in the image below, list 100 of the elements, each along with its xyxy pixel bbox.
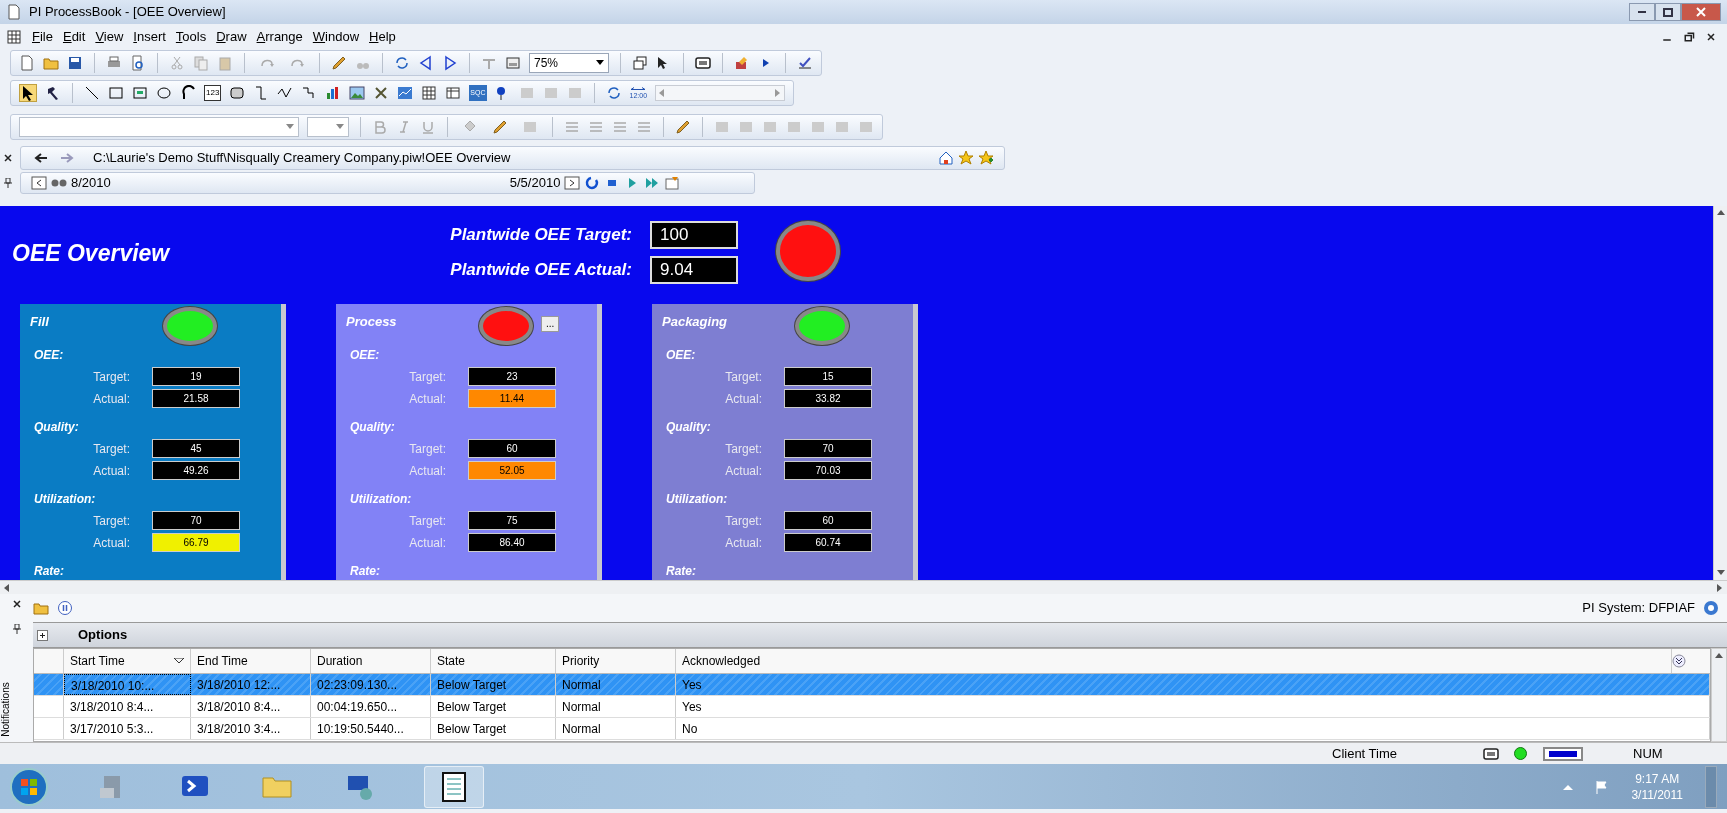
zoom-dropdown[interactable]: 75% xyxy=(529,53,609,73)
column-header[interactable]: Priority xyxy=(556,649,676,673)
table-cell: Normal xyxy=(556,718,676,739)
section-label: Rate: xyxy=(349,563,381,580)
section-label: Quality: xyxy=(349,419,396,436)
rectangle-icon[interactable] xyxy=(108,85,124,101)
close-icon[interactable] xyxy=(1705,31,1717,43)
picture-icon[interactable] xyxy=(349,85,366,101)
expand-icon[interactable] xyxy=(37,629,48,641)
value-display: 60 xyxy=(784,511,872,530)
scroll-right-icon[interactable] xyxy=(1717,583,1723,592)
menu-item[interactable]: View xyxy=(95,27,124,47)
home-icon[interactable] xyxy=(938,150,954,166)
grid-icon[interactable] xyxy=(6,29,22,45)
options-label[interactable]: Options xyxy=(78,625,128,645)
table-row[interactable]: 3/18/2010 10:... 3/18/2010 12:... 02:23:09.130... Below Target Normal Yes xyxy=(34,674,1710,696)
menu-item[interactable]: Edit xyxy=(62,27,86,47)
rounded-rectangle-icon[interactable] xyxy=(229,85,246,101)
previous-button-icon[interactable] xyxy=(31,175,47,191)
start-time-field[interactable]: 8/2010 xyxy=(71,173,111,193)
menu-item[interactable]: Arrange xyxy=(256,27,303,47)
pen-icon[interactable] xyxy=(675,119,691,135)
pin-icon[interactable] xyxy=(4,178,14,188)
star-icon[interactable] xyxy=(958,150,974,166)
properties-icon[interactable] xyxy=(664,175,681,191)
column-header[interactable]: End Time xyxy=(191,649,311,673)
section-label: OEE: xyxy=(665,347,697,364)
end-time-field[interactable]: 5/5/2010 xyxy=(509,173,561,193)
pen-icon[interactable] xyxy=(331,55,347,71)
close-button[interactable] xyxy=(1681,3,1721,21)
menu-item[interactable]: Insert xyxy=(133,27,166,47)
scroll-left-icon[interactable] xyxy=(4,583,10,592)
help-icon[interactable] xyxy=(1703,600,1719,616)
maximize-button[interactable] xyxy=(1655,3,1681,21)
value-tool-button[interactable]: 123 xyxy=(204,85,222,101)
hammer-icon[interactable] xyxy=(45,85,61,101)
line-icon[interactable] xyxy=(84,85,100,101)
arrow-pointer-icon[interactable] xyxy=(19,84,37,102)
next-button-icon[interactable] xyxy=(564,175,581,191)
refresh-icon[interactable] xyxy=(584,175,601,191)
checkmark-icon[interactable] xyxy=(797,55,813,71)
no-display-icon xyxy=(1482,745,1500,762)
field-label: Actual: xyxy=(724,534,762,552)
side-tab-label[interactable]: Notifications xyxy=(0,682,13,737)
menu-item[interactable]: Window xyxy=(312,27,360,47)
table-cell: 3/18/2010 12:... xyxy=(191,674,311,695)
new-document-icon[interactable] xyxy=(19,55,35,71)
folder-icon[interactable] xyxy=(33,600,49,616)
notebook-icon[interactable] xyxy=(424,765,484,808)
open-folder-icon[interactable] xyxy=(43,55,59,71)
column-header[interactable]: Acknowledged xyxy=(676,649,1672,673)
horizontal-scrollbar[interactable] xyxy=(0,580,1727,594)
minimize-button[interactable] xyxy=(1629,3,1655,21)
details-button[interactable]: ... xyxy=(541,316,560,332)
refresh-icon[interactable] xyxy=(605,85,622,101)
close-icon[interactable] xyxy=(4,154,14,162)
table-row[interactable]: 3/17/2010 5:3... 3/18/2010 3:4... 10:19:50.5440... Below Target Normal No xyxy=(34,718,1710,740)
grid-icon[interactable] xyxy=(421,85,438,101)
windows-icon[interactable] xyxy=(632,55,648,71)
tray-arrow-icon[interactable] xyxy=(1563,783,1574,790)
text-box-icon[interactable] xyxy=(132,85,148,101)
menu-item[interactable]: File xyxy=(32,27,53,47)
column-header[interactable]: State xyxy=(431,649,556,673)
close-icon[interactable] xyxy=(12,600,21,608)
add-favorite-icon[interactable] xyxy=(978,150,994,166)
menu-item[interactable]: Draw xyxy=(216,27,247,47)
save-icon[interactable] xyxy=(67,55,83,71)
print-preview-icon[interactable] xyxy=(130,55,146,71)
chart-pen-icon[interactable] xyxy=(734,55,750,71)
back-triangle-icon[interactable] xyxy=(418,55,434,71)
field-label: Target: xyxy=(408,368,446,386)
menu-item[interactable]: Help xyxy=(369,27,396,47)
table-row[interactable]: 3/18/2010 8:4... 3/18/2010 8:4... 00:04:19.650... Below Target Normal Yes xyxy=(34,696,1710,718)
screen-icon[interactable] xyxy=(695,55,711,71)
vertical-scrollbar[interactable] xyxy=(1711,648,1727,742)
column-header[interactable]: Start Time xyxy=(64,649,191,673)
start-button[interactable] xyxy=(10,767,48,806)
value-display: 52.05 xyxy=(468,461,556,480)
pause-icon[interactable] xyxy=(57,600,73,616)
menu-item[interactable]: Tools xyxy=(175,27,207,47)
refresh-icon[interactable] xyxy=(394,55,410,71)
restore-icon[interactable] xyxy=(1683,31,1695,43)
vertical-scrollbar[interactable] xyxy=(1713,206,1727,580)
sort-caret-icon xyxy=(174,658,184,664)
line-chart-icon[interactable] xyxy=(397,85,414,101)
scroll-down-icon[interactable] xyxy=(1716,570,1725,576)
column-header[interactable]: Duration xyxy=(311,649,431,673)
table-cell: 3/18/2010 3:4... xyxy=(191,718,311,739)
font-size-dropdown[interactable] xyxy=(307,117,349,137)
scroll-up-icon[interactable] xyxy=(1715,653,1723,659)
table-icon[interactable] xyxy=(445,85,462,101)
flag-icon[interactable] xyxy=(1595,779,1610,794)
panel-icon[interactable] xyxy=(505,55,521,71)
ellipse-icon[interactable] xyxy=(156,85,172,101)
forward-triangle-icon[interactable] xyxy=(442,55,458,71)
scroll-up-icon[interactable] xyxy=(1716,210,1725,216)
arc-icon[interactable] xyxy=(180,85,196,101)
file-path[interactable]: C:\Laurie's Demo Stuff\Nisqually Creamery Company.piw!OEE Overview xyxy=(93,148,511,168)
bold-icon[interactable] xyxy=(372,119,388,135)
pin-icon[interactable] xyxy=(12,624,21,634)
